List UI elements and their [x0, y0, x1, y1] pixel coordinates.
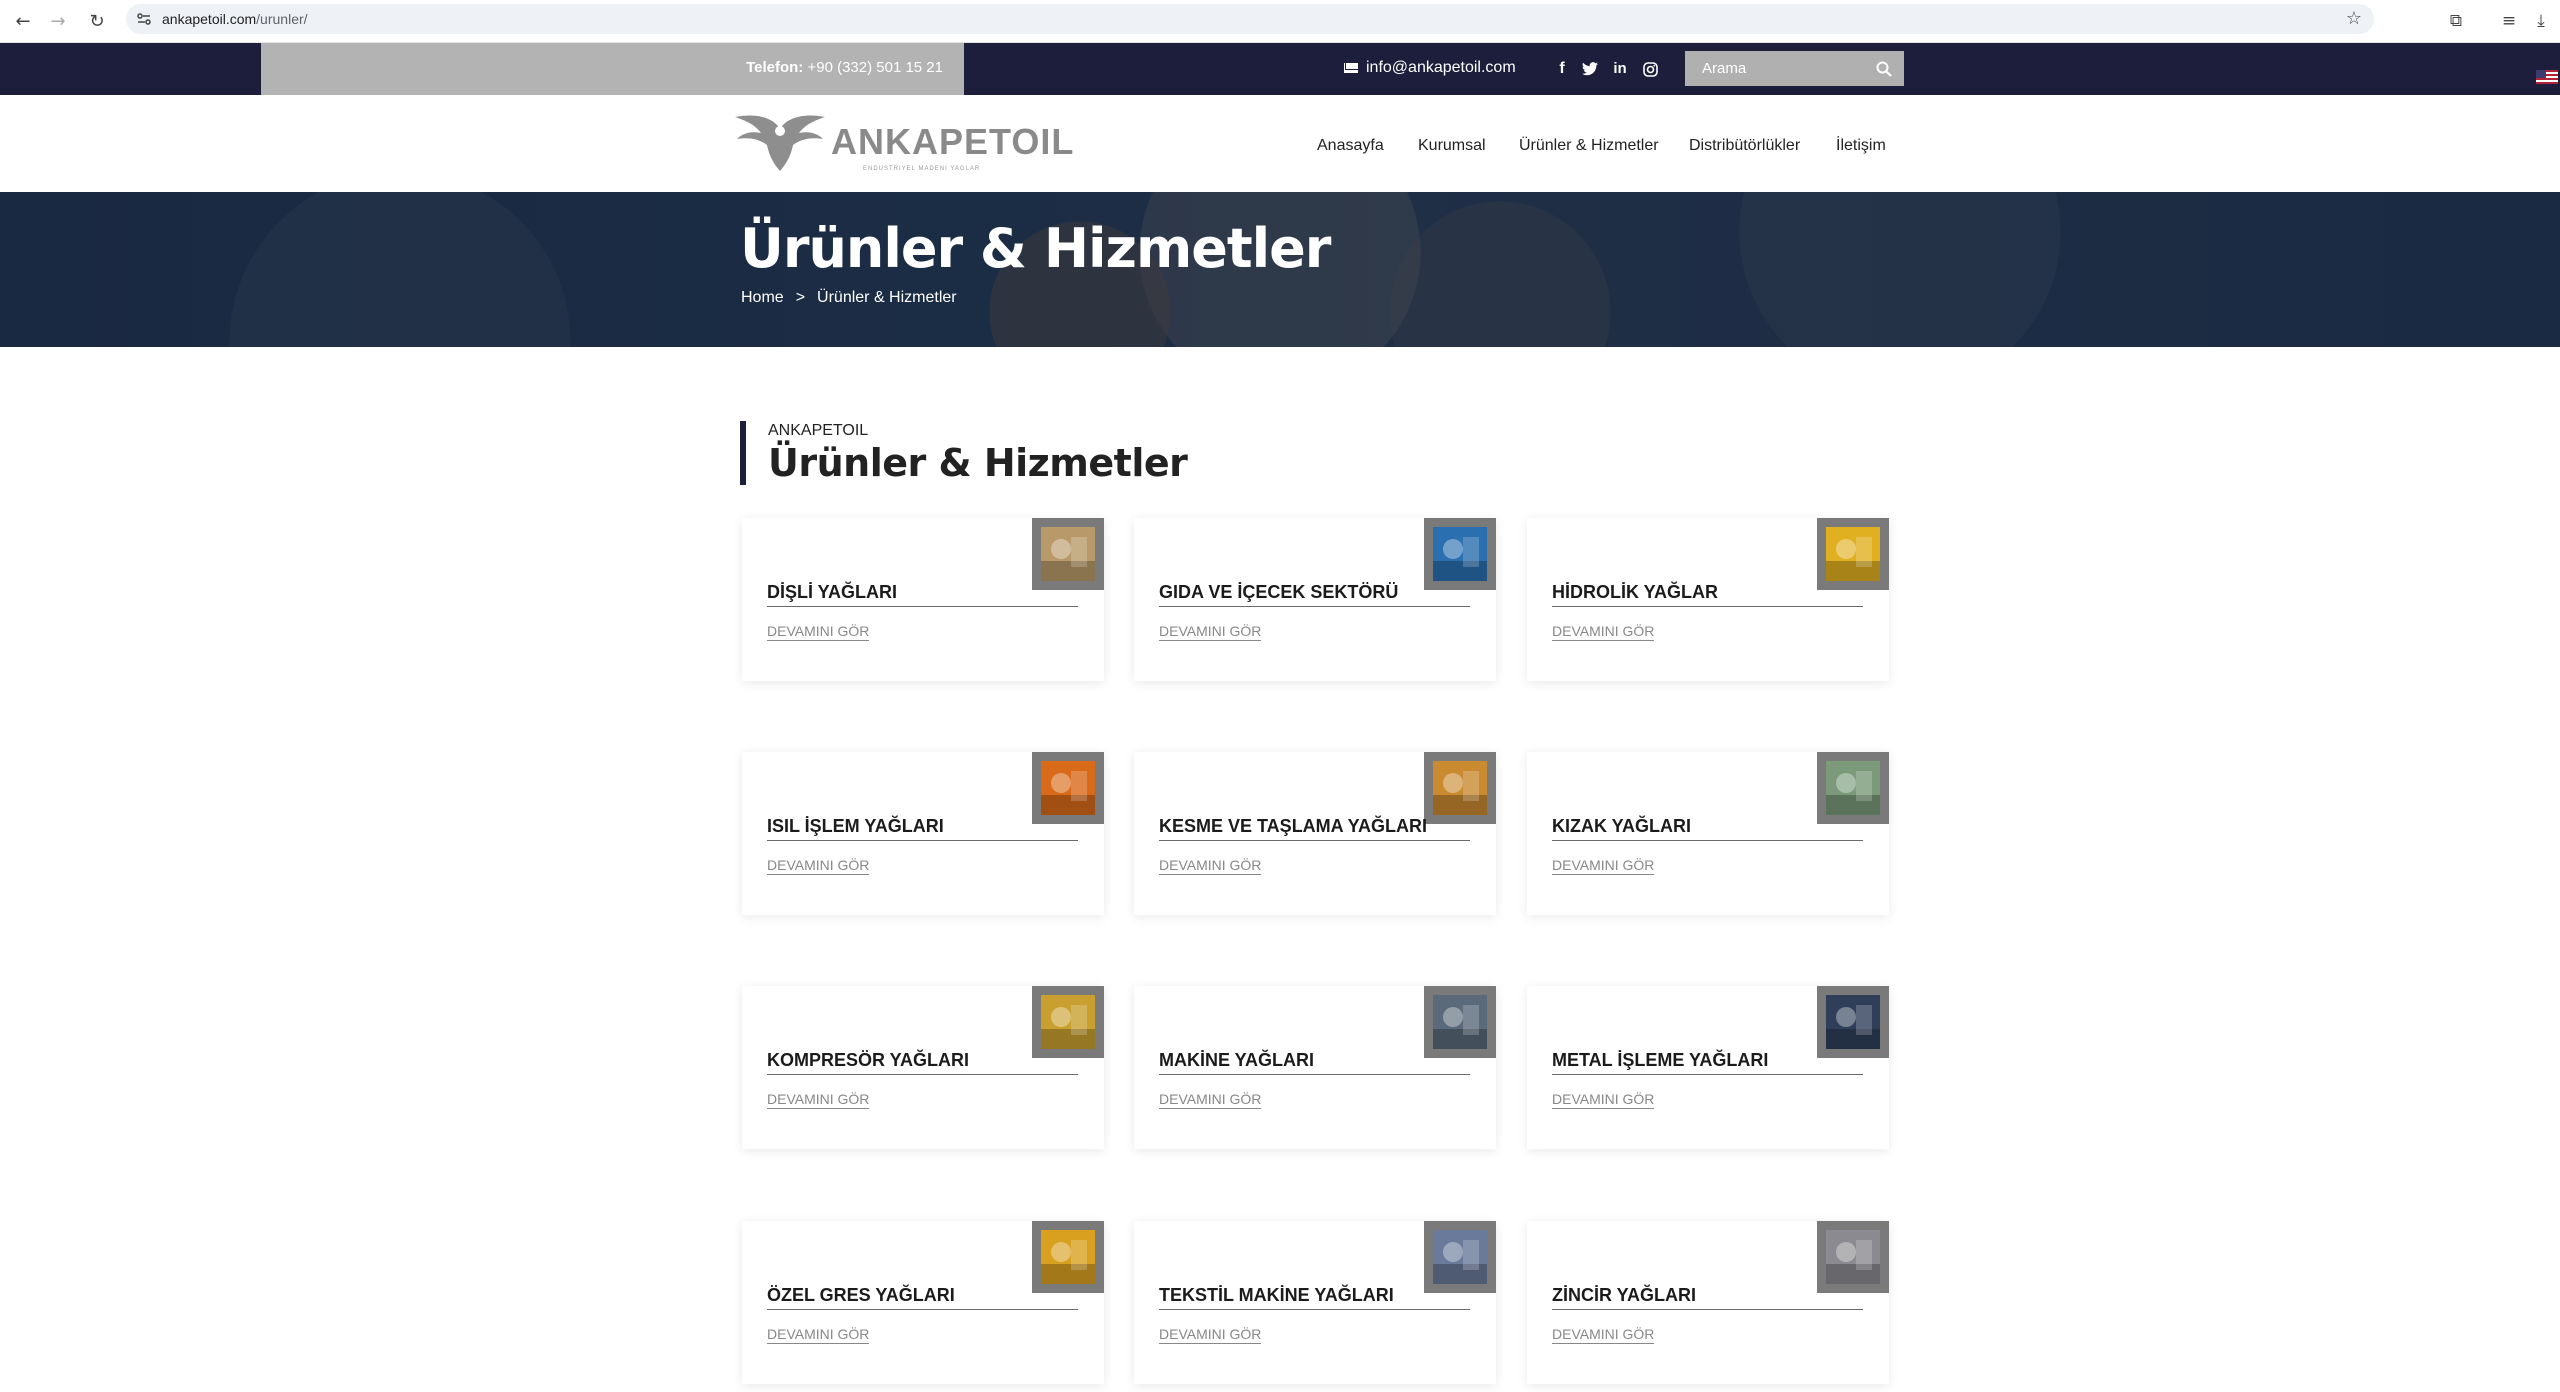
url-text: ankapetoil.com/urunler/ [162, 11, 308, 27]
product-card[interactable]: GIDA VE İÇECEK SEKTÖRÜ DEVAMINI GÖR [1134, 518, 1496, 681]
product-card-title[interactable]: KOMPRESÖR YAĞLARI [767, 1050, 1078, 1075]
instagram-icon[interactable] [1639, 58, 1661, 80]
product-thumbnail-image[interactable] [1032, 1221, 1104, 1293]
back-arrow-icon[interactable]: ← [10, 8, 36, 34]
product-card-title[interactable]: ÖZEL GRES YAĞLARI [767, 1285, 1078, 1310]
product-thumbnail-image[interactable] [1817, 752, 1889, 824]
read-more-link[interactable]: DEVAMINI GÖR [1159, 623, 1262, 641]
product-card[interactable]: KIZAK YAĞLARI DEVAMINI GÖR [1527, 752, 1889, 915]
search-button[interactable] [1864, 51, 1904, 86]
bookmark-star-icon[interactable]: ☆ [2346, 8, 2362, 29]
address-bar[interactable]: ankapetoil.com/urunler/ ☆ [126, 4, 2374, 34]
read-more-link[interactable]: DEVAMINI GÖR [1552, 1091, 1655, 1109]
product-card-title[interactable]: KIZAK YAĞLARI [1552, 816, 1863, 841]
product-thumbnail-image[interactable] [1817, 518, 1889, 590]
phone-number: +90 (332) 501 15 21 [807, 59, 943, 76]
forward-arrow-icon[interactable]: → [45, 8, 71, 34]
extensions-icon[interactable]: ⧉ [2443, 8, 2469, 34]
product-card-title[interactable]: METAL İŞLEME YAĞLARI [1552, 1050, 1863, 1075]
product-thumbnail-image[interactable] [1424, 1221, 1496, 1293]
product-thumbnail-image[interactable] [1424, 752, 1496, 824]
product-card[interactable]: ZİNCİR YAĞLARI DEVAMINI GÖR [1527, 1221, 1889, 1384]
product-card-title[interactable]: ZİNCİR YAĞLARI [1552, 1285, 1863, 1310]
read-more-link[interactable]: DEVAMINI GÖR [1159, 1326, 1262, 1344]
menu-item-distributorlukler[interactable]: Distribütörlükler [1689, 137, 1800, 155]
read-more-link[interactable]: DEVAMINI GÖR [1552, 1326, 1655, 1344]
product-thumbnail-image[interactable] [1424, 518, 1496, 590]
product-card-title[interactable]: GIDA VE İÇECEK SEKTÖRÜ [1159, 582, 1470, 607]
breadcrumb-current: Ürünler & Hizmetler [817, 289, 957, 306]
eagle-logo-icon [735, 115, 825, 171]
product-thumbnail-image[interactable] [1032, 752, 1104, 824]
breadcrumb-separator-icon: > [795, 289, 806, 306]
section-kicker: ANKAPETOIL [768, 422, 869, 439]
logo[interactable]: ANKAPETOIL ENDUSTRIYEL MADENI YAGLAR [733, 111, 1073, 173]
read-more-link[interactable]: DEVAMINI GÖR [767, 857, 870, 875]
phone-box: Telefon: +90 (332) 501 15 21 [261, 43, 964, 95]
us-flag-icon[interactable] [2536, 70, 2558, 84]
product-card-title[interactable]: ISIL İŞLEM YAĞLARI [767, 816, 1078, 841]
product-card-title[interactable]: KESME VE TAŞLAMA YAĞLARI [1159, 816, 1470, 841]
top-info-bar: Telefon: +90 (332) 501 15 21 info@ankape… [0, 43, 2560, 95]
page-hero-banner: Ürünler & Hizmetler Home > Ürünler & Hiz… [0, 192, 2560, 347]
product-card-title[interactable]: TEKSTİL MAKİNE YAĞLARI [1159, 1285, 1470, 1310]
read-more-link[interactable]: DEVAMINI GÖR [1552, 857, 1655, 875]
product-card[interactable]: DİŞLİ YAĞLARI DEVAMINI GÖR [742, 518, 1104, 681]
read-more-link[interactable]: DEVAMINI GÖR [1159, 1091, 1262, 1109]
product-card[interactable]: ÖZEL GRES YAĞLARI DEVAMINI GÖR [742, 1221, 1104, 1384]
envelope-icon [1344, 63, 1358, 73]
url-host: ankapetoil.com [162, 11, 257, 27]
menu-item-kurumsal[interactable]: Kurumsal [1418, 137, 1486, 155]
product-card[interactable]: KOMPRESÖR YAĞLARI DEVAMINI GÖR [742, 986, 1104, 1149]
reload-icon[interactable]: ↻ [84, 8, 110, 34]
read-more-link[interactable]: DEVAMINI GÖR [767, 1091, 870, 1109]
search-input[interactable] [1685, 51, 1865, 86]
product-thumbnail-image[interactable] [1817, 1221, 1889, 1293]
section-accent-bar [740, 421, 746, 485]
email-text: info@ankapetoil.com [1366, 59, 1516, 76]
reading-list-icon[interactable]: ≡ [2496, 8, 2522, 34]
page-title: Ürünler & Hizmetler [740, 217, 1331, 280]
product-card-title[interactable]: DİŞLİ YAĞLARI [767, 582, 1078, 607]
search-box [1685, 51, 1904, 86]
site-settings-icon[interactable] [136, 11, 152, 27]
url-path: /urunler/ [256, 11, 308, 27]
product-card[interactable]: TEKSTİL MAKİNE YAĞLARI DEVAMINI GÖR [1134, 1221, 1496, 1384]
product-thumbnail-image[interactable] [1424, 986, 1496, 1058]
download-icon[interactable]: ⤓ [2528, 8, 2554, 34]
breadcrumb-home[interactable]: Home [741, 289, 784, 307]
product-thumbnail-image[interactable] [1032, 986, 1104, 1058]
read-more-link[interactable]: DEVAMINI GÖR [767, 1326, 870, 1344]
product-card[interactable]: MAKİNE YAĞLARI DEVAMINI GÖR [1134, 986, 1496, 1149]
read-more-link[interactable]: DEVAMINI GÖR [767, 623, 870, 641]
twitter-icon[interactable] [1579, 58, 1601, 80]
linkedin-icon[interactable]: in [1609, 58, 1631, 80]
product-thumbnail-image[interactable] [1032, 518, 1104, 590]
browser-toolbar: ← → ↻ ankapetoil.com/urunler/ ☆ ⧉ ≡ ⤓ [0, 0, 2560, 43]
read-more-link[interactable]: DEVAMINI GÖR [1159, 857, 1262, 875]
logo-text: ANKAPETOIL [831, 121, 1075, 162]
facebook-icon[interactable]: f [1551, 58, 1573, 80]
menu-item-iletisim[interactable]: İletişim [1836, 137, 1886, 155]
logo-subtitle: ENDUSTRIYEL MADENI YAGLAR [863, 166, 981, 172]
breadcrumb: Home > Ürünler & Hizmetler [741, 289, 957, 307]
product-card[interactable]: KESME VE TAŞLAMA YAĞLARI DEVAMINI GÖR [1134, 752, 1496, 915]
phone-label: Telefon: [746, 59, 804, 76]
email-link[interactable]: info@ankapetoil.com [1344, 59, 1516, 77]
product-thumbnail-image[interactable] [1817, 986, 1889, 1058]
read-more-link[interactable]: DEVAMINI GÖR [1552, 623, 1655, 641]
search-icon [1876, 61, 1892, 77]
product-card-title[interactable]: MAKİNE YAĞLARI [1159, 1050, 1470, 1075]
site-header: ANKAPETOIL ENDUSTRIYEL MADENI YAGLAR Ana… [0, 95, 2560, 192]
menu-item-anasayfa[interactable]: Anasayfa [1317, 137, 1384, 155]
phone-text[interactable]: Telefon: +90 (332) 501 15 21 [746, 59, 943, 76]
product-card-title[interactable]: HİDROLİK YAĞLAR [1552, 582, 1863, 607]
product-card[interactable]: HİDROLİK YAĞLAR DEVAMINI GÖR [1527, 518, 1889, 681]
section-title: Ürünler & Hizmetler [768, 441, 1188, 485]
product-card[interactable]: METAL İŞLEME YAĞLARI DEVAMINI GÖR [1527, 986, 1889, 1149]
menu-item-urunler[interactable]: Ürünler & Hizmetler [1519, 137, 1659, 155]
product-card[interactable]: ISIL İŞLEM YAĞLARI DEVAMINI GÖR [742, 752, 1104, 915]
